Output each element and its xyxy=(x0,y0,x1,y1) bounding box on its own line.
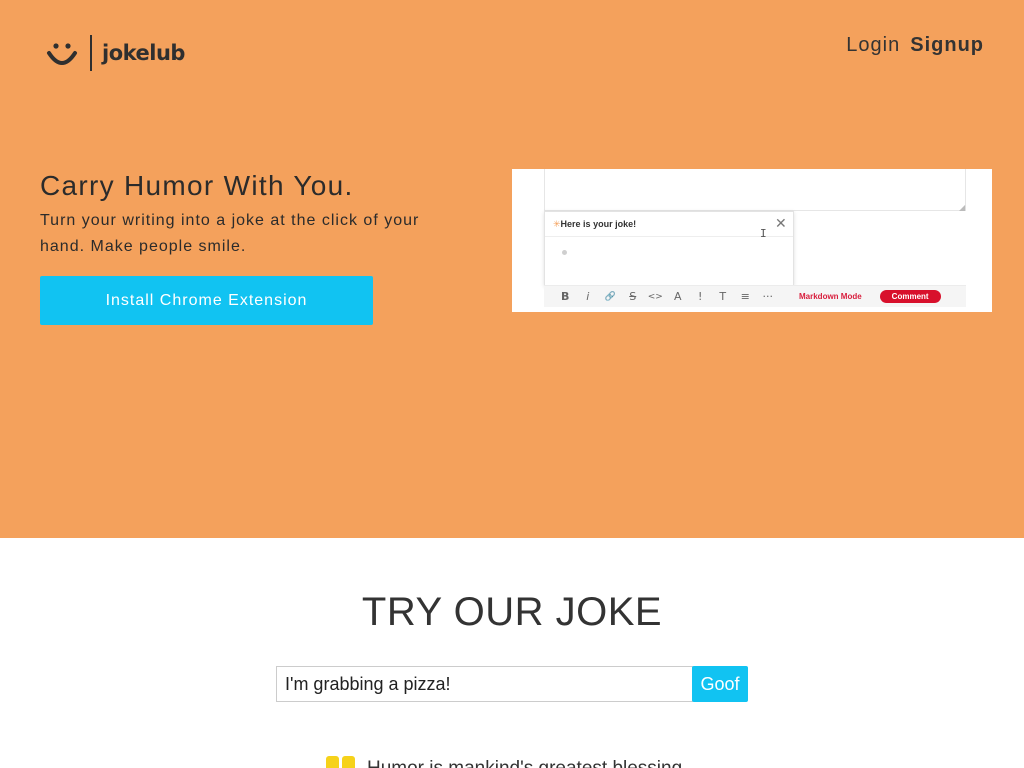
font-color-icon: A xyxy=(673,290,682,303)
hero-section: jokelub Login Signup Carry Humor With Yo… xyxy=(0,0,1024,538)
text-cursor-icon: I xyxy=(760,227,767,240)
text-size-icon: T xyxy=(719,290,727,303)
alert-icon: ! xyxy=(698,290,703,303)
hero-title: Carry Humor With You. xyxy=(40,170,354,201)
preview-joke-popup: ✳Here is your joke! ✕ xyxy=(544,211,794,286)
logo-divider xyxy=(90,35,92,71)
login-link[interactable]: Login xyxy=(846,34,900,57)
signup-link[interactable]: Signup xyxy=(910,34,984,57)
preview-loading-dot xyxy=(562,250,567,255)
more-icon: ··· xyxy=(762,290,774,303)
install-extension-button[interactable]: Install Chrome Extension xyxy=(40,276,373,325)
bold-icon: B xyxy=(561,290,570,303)
preview-toolbar: B i 🔗 S <> A ! T ≡ ··· Markdown Mode Com… xyxy=(544,285,966,307)
preview-popup-title: ✳Here is your joke! xyxy=(553,219,636,230)
preview-comment-button: Comment xyxy=(879,290,941,303)
joke-input[interactable] xyxy=(276,666,693,702)
list-icon: ≡ xyxy=(740,290,750,303)
strikethrough-icon: S xyxy=(629,290,637,303)
goof-button[interactable]: Goof xyxy=(692,666,748,702)
logo[interactable]: jokelub xyxy=(46,34,185,72)
preview-popup-title-text: Here is your joke! xyxy=(560,219,637,229)
italic-icon: i xyxy=(586,290,590,303)
hero-subtitle: Turn your writing into a joke at the cli… xyxy=(40,212,420,255)
code-icon: <> xyxy=(647,291,663,302)
resize-grip-icon: ◢ xyxy=(959,203,966,212)
extension-preview-image: ◢ ✳Here is your joke! ✕ I B i 🔗 S <> A !… xyxy=(512,169,992,312)
sparkle-icon: ✳ xyxy=(553,219,561,229)
smiley-icon xyxy=(47,43,77,65)
markdown-mode-label: Markdown Mode xyxy=(799,292,862,301)
joke-quote-text: Humor is mankind's greatest blessing. xyxy=(367,758,687,768)
link-icon: 🔗 xyxy=(604,291,616,302)
preview-popup-divider xyxy=(545,236,793,237)
try-joke-title: TRY OUR JOKE xyxy=(361,590,663,634)
close-icon: ✕ xyxy=(775,215,787,231)
top-nav: Login Signup xyxy=(846,34,984,57)
quote-mark-icon xyxy=(326,756,356,768)
brand-name: jokelub xyxy=(102,41,185,65)
preview-editor-frame xyxy=(544,169,966,211)
